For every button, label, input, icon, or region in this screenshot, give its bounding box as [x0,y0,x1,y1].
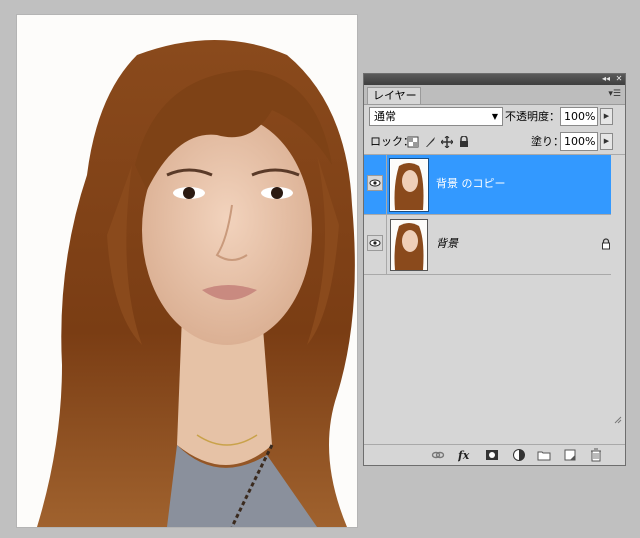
blend-row: 通常 ▼ 不透明度： 100% ▶ [364,104,625,129]
visibility-eye-icon[interactable] [367,235,383,251]
svg-text:fx: fx [458,449,470,462]
visibility-eye-icon[interactable] [367,175,383,191]
layer-style-fx-icon[interactable]: fx [458,448,472,462]
layer-name[interactable]: 背景 のコピー [436,176,506,192]
blend-mode-value: 通常 [374,110,396,123]
opacity-slider-toggle-icon[interactable]: ▶ [600,108,613,125]
layer-thumbnail[interactable] [390,219,428,271]
eye-column-divider [386,215,387,274]
close-panel-icon[interactable]: ✕ [613,74,625,85]
new-group-icon[interactable] [537,448,551,462]
layer-row-background[interactable]: 背景 [364,215,625,275]
eye-column-divider [386,155,387,214]
lock-all-icon[interactable] [458,136,470,148]
new-layer-icon[interactable] [563,448,577,462]
lock-position-icon[interactable] [441,136,453,148]
adjustment-layer-icon[interactable] [512,448,526,462]
resize-grip-icon[interactable] [614,416,622,424]
panel-menu-icon[interactable]: ▾☰ [608,89,621,99]
opacity-label: 不透明度： [505,110,560,123]
lock-row: ロック： 塗り： 100% ▶ [364,130,625,155]
tab-layers[interactable]: レイヤー [367,87,421,104]
layers-panel: ◂◂ ✕ レイヤー ▾☰ 通常 ▼ 不透明度： 100% ▶ ロック： 塗り： … [363,73,626,466]
fill-input[interactable]: 100% [560,132,598,151]
layer-row-background-copy[interactable]: 背景 のコピー [364,155,625,215]
layer-name[interactable]: 背景 [436,236,458,252]
opacity-input[interactable]: 100% [560,107,598,126]
lock-image-pixels-icon[interactable] [424,136,436,148]
layer-lock-icon [602,238,610,250]
layer-mask-icon[interactable] [485,448,499,462]
layers-bottom-toolbar: fx [364,444,625,465]
layers-scrollbar[interactable] [611,155,625,446]
layers-list: 背景 のコピー 背景 [364,155,625,445]
layer-thumbnail[interactable] [389,158,429,212]
blend-mode-select[interactable]: 通常 ▼ [369,107,503,126]
link-layers-icon[interactable] [431,448,445,462]
lock-transparent-pixels-icon[interactable] [407,136,419,148]
panel-tab-row: レイヤー ▾☰ [364,85,625,105]
delete-layer-icon[interactable] [589,448,603,462]
document-canvas[interactable] [17,15,357,527]
collapse-panel-icon[interactable]: ◂◂ [599,74,613,85]
fill-slider-toggle-icon[interactable]: ▶ [600,133,613,150]
portrait-photo [17,15,357,527]
panel-titlebar[interactable]: ◂◂ ✕ [364,74,625,85]
dropdown-arrow-icon: ▼ [491,112,498,121]
